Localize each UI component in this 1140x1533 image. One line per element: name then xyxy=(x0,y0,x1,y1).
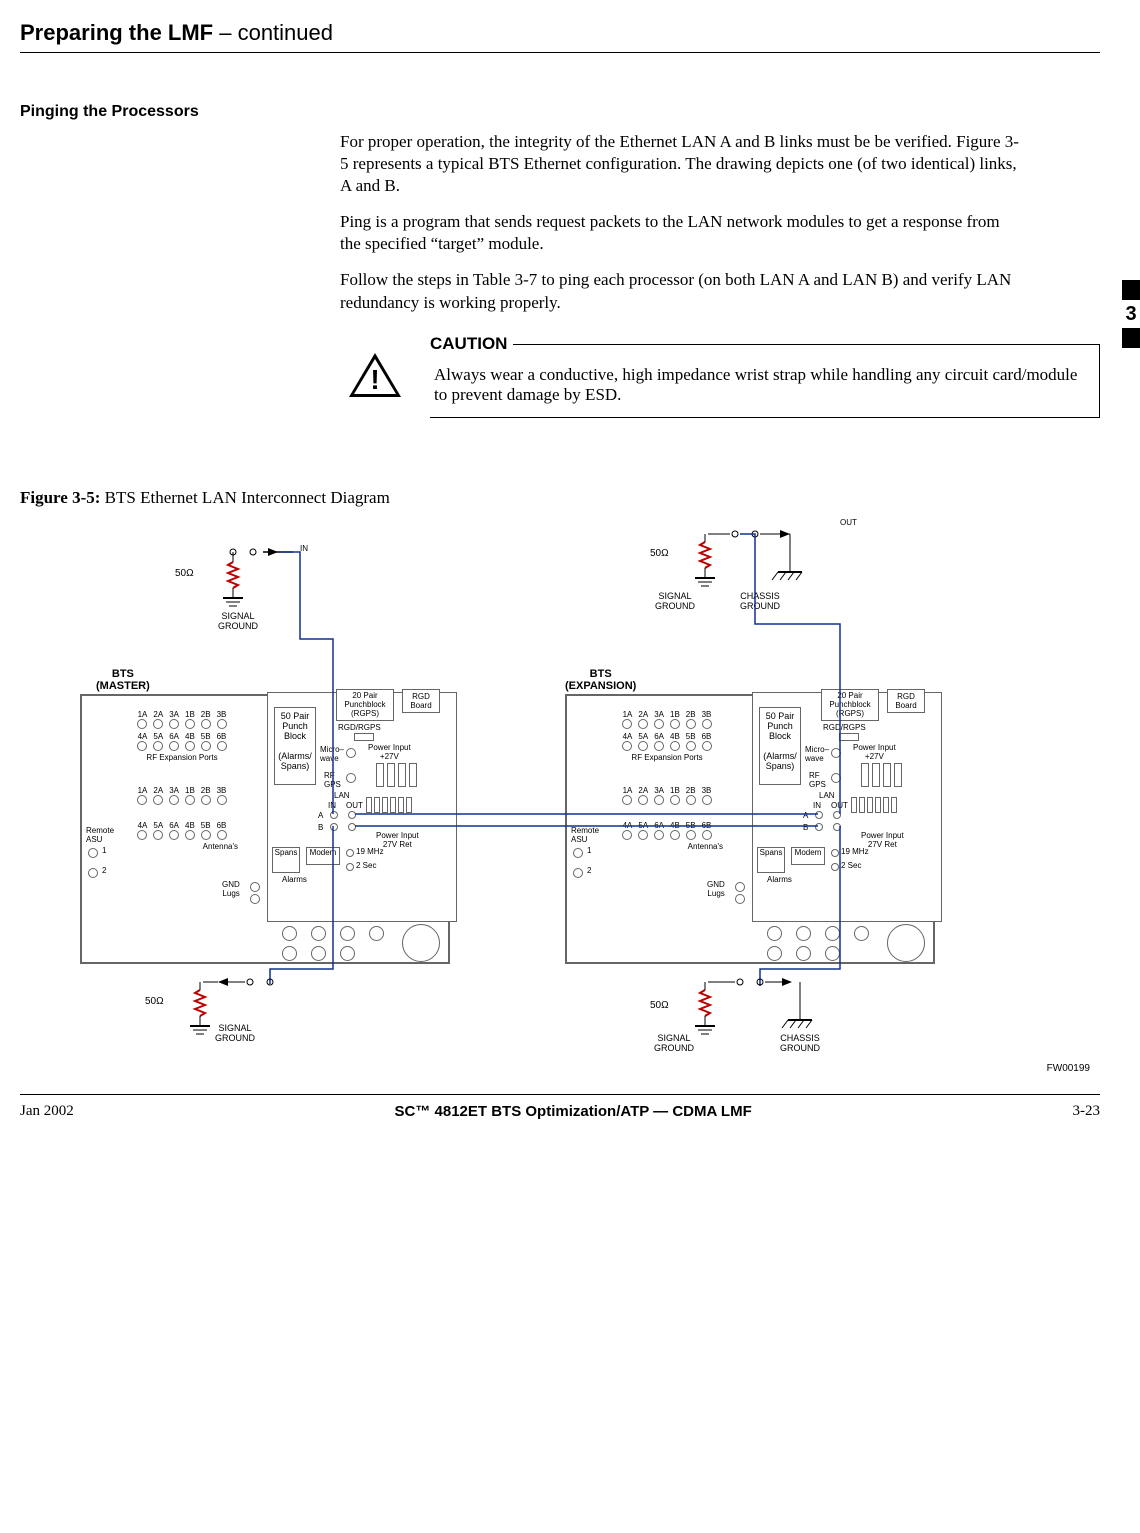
caution-label: CAUTION xyxy=(430,334,513,354)
header-title-bold: Preparing the LMF xyxy=(20,20,213,45)
header-title-cont: – continued xyxy=(213,20,333,45)
section-body: For proper operation, the integrity of t… xyxy=(340,131,1020,314)
figure-number: Figure 3-5: xyxy=(20,488,100,507)
caution-block: ! CAUTION Always wear a conductive, high… xyxy=(340,334,1100,418)
page-header: Preparing the LMF – continued xyxy=(20,20,1100,53)
figure-caption: Figure 3-5: BTS Ethernet LAN Interconnec… xyxy=(20,488,1100,508)
paragraph-1: For proper operation, the integrity of t… xyxy=(340,131,1020,197)
section-heading: Pinging the Processors xyxy=(20,103,1100,121)
resistor-label-br: 50Ω xyxy=(650,1000,669,1011)
page-footer: Jan 2002 SC™ 4812ET BTS Optimization/ATP… xyxy=(20,1094,1100,1140)
caution-icon: ! xyxy=(340,334,410,418)
paragraph-3: Follow the steps in Table 3-7 to ping ea… xyxy=(340,269,1020,313)
signal-ground-bl: SIGNAL GROUND xyxy=(215,1024,255,1044)
caution-text: Always wear a conductive, high impedance… xyxy=(434,365,1085,405)
paragraph-2: Ping is a program that sends request pac… xyxy=(340,211,1020,255)
chapter-number: 3 xyxy=(1122,300,1140,328)
chassis-ground-br: CHASSIS GROUND xyxy=(780,1034,820,1054)
figure-title: BTS Ethernet LAN Interconnect Diagram xyxy=(100,488,389,507)
figure-code: FW00199 xyxy=(1047,1063,1090,1074)
chapter-tab: 3 xyxy=(1122,280,1140,348)
signal-ground-br: SIGNAL GROUND xyxy=(654,1034,694,1054)
figure-diagram: IN 50Ω SIGNAL GROUND OUT xyxy=(20,514,1100,1074)
footer-page: 3-23 xyxy=(1073,1103,1101,1120)
footer-title: SC™ 4812ET BTS Optimization/ATP — CDMA L… xyxy=(395,1103,752,1120)
footer-date: Jan 2002 xyxy=(20,1103,74,1120)
svg-text:!: ! xyxy=(370,364,379,395)
resistor-label-bl: 50Ω xyxy=(145,996,164,1007)
